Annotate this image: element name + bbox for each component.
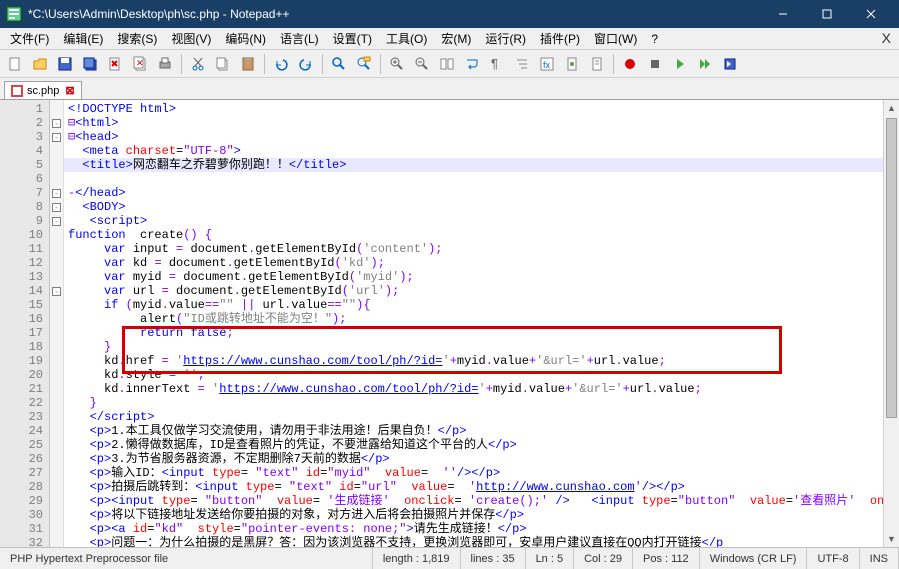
window-titlebar: *C:\Users\Admin\Desktop\ph\sc.php - Note… — [0, 0, 899, 28]
svg-text:¶: ¶ — [491, 56, 498, 71]
doc-list-icon[interactable] — [586, 53, 608, 75]
toolbar: ✕ ¶ fx — [0, 50, 899, 78]
close-button[interactable] — [849, 0, 893, 28]
doc-map-icon[interactable] — [561, 53, 583, 75]
save-all-icon[interactable] — [79, 53, 101, 75]
scroll-thumb-vertical[interactable] — [886, 118, 897, 418]
toolbar-separator — [613, 54, 614, 74]
status-ln: Ln : 5 — [526, 548, 575, 569]
scroll-up-arrow-icon[interactable]: ▲ — [884, 100, 899, 116]
toolbar-separator — [380, 54, 381, 74]
cut-icon[interactable] — [187, 53, 209, 75]
fold-column: -- --- - — [50, 100, 64, 547]
wordwrap-icon[interactable] — [461, 53, 483, 75]
menu-settings[interactable]: 设置(T) — [327, 28, 378, 49]
close-all-icon[interactable]: ✕ — [129, 53, 151, 75]
status-language: PHP Hypertext Preprocessor file — [0, 548, 373, 569]
close-file-icon[interactable] — [104, 53, 126, 75]
status-eol: Windows (CR LF) — [700, 548, 808, 569]
status-lines: lines : 35 — [461, 548, 526, 569]
print-icon[interactable] — [154, 53, 176, 75]
status-insert-mode: INS — [860, 548, 899, 569]
app-icon — [6, 6, 22, 22]
zoom-in-icon[interactable] — [386, 53, 408, 75]
zoom-out-icon[interactable] — [411, 53, 433, 75]
menu-tools[interactable]: 工具(O) — [380, 28, 433, 49]
tab-close-icon[interactable]: ⊠ — [65, 84, 74, 97]
line-number-gutter: 1234567891011121314151617181920212223242… — [0, 100, 50, 547]
find-icon[interactable] — [328, 53, 350, 75]
scroll-down-arrow-icon[interactable]: ▼ — [884, 531, 899, 547]
udl-icon[interactable]: fx — [536, 53, 558, 75]
menu-plugins[interactable]: 插件(P) — [534, 28, 586, 49]
copy-icon[interactable] — [212, 53, 234, 75]
menu-macro[interactable]: 宏(M) — [435, 28, 477, 49]
svg-text:fx: fx — [543, 60, 551, 70]
vertical-scrollbar[interactable]: ▲ ▼ — [883, 100, 899, 547]
paste-icon[interactable] — [237, 53, 259, 75]
maximize-button[interactable] — [805, 0, 849, 28]
toolbar-separator — [322, 54, 323, 74]
status-encoding: UTF-8 — [807, 548, 859, 569]
indent-guide-icon[interactable] — [511, 53, 533, 75]
new-file-icon[interactable] — [4, 53, 26, 75]
play-macro-icon[interactable] — [669, 53, 691, 75]
window-title: *C:\Users\Admin\Desktop\ph\sc.php - Note… — [28, 7, 761, 21]
menu-encoding[interactable]: 编码(N) — [219, 28, 272, 49]
replace-icon[interactable] — [353, 53, 375, 75]
save-macro-icon[interactable] — [719, 53, 741, 75]
menubar-close-icon[interactable]: X — [882, 30, 891, 46]
status-bar: PHP Hypertext Preprocessor file length :… — [0, 547, 899, 569]
redo-icon[interactable] — [295, 53, 317, 75]
file-modified-icon — [11, 85, 23, 97]
tab-bar: sc.php ⊠ — [0, 78, 899, 100]
tab-label: sc.php — [27, 85, 59, 97]
menu-window[interactable]: 窗口(W) — [588, 28, 643, 49]
toolbar-separator — [181, 54, 182, 74]
menu-search[interactable]: 搜索(S) — [111, 28, 163, 49]
editor-area: 1234567891011121314151617181920212223242… — [0, 100, 899, 547]
fast-macro-icon[interactable] — [694, 53, 716, 75]
undo-icon[interactable] — [270, 53, 292, 75]
menubar: 文件(F) 编辑(E) 搜索(S) 视图(V) 编码(N) 语言(L) 设置(T… — [0, 28, 899, 50]
stop-macro-icon[interactable] — [644, 53, 666, 75]
record-macro-icon[interactable] — [619, 53, 641, 75]
open-file-icon[interactable] — [29, 53, 51, 75]
toolbar-separator — [264, 54, 265, 74]
menu-view[interactable]: 视图(V) — [165, 28, 217, 49]
tab-sc-php[interactable]: sc.php ⊠ — [4, 81, 82, 99]
status-col: Col : 29 — [574, 548, 633, 569]
sync-vscroll-icon[interactable] — [436, 53, 458, 75]
menu-edit[interactable]: 编辑(E) — [57, 28, 109, 49]
menu-help[interactable]: ? — [645, 30, 664, 48]
minimize-button[interactable] — [761, 0, 805, 28]
svg-text:✕: ✕ — [136, 58, 144, 68]
menu-file[interactable]: 文件(F) — [4, 28, 55, 49]
menu-language[interactable]: 语言(L) — [274, 28, 325, 49]
save-icon[interactable] — [54, 53, 76, 75]
status-pos: Pos : 112 — [633, 548, 700, 569]
menu-run[interactable]: 运行(R) — [479, 28, 532, 49]
code-editor[interactable]: <!DOCTYPE html> ⊟<html> ⊟<head> <meta ch… — [64, 100, 899, 547]
show-all-chars-icon[interactable]: ¶ — [486, 53, 508, 75]
status-length: length : 1,819 — [373, 548, 461, 569]
